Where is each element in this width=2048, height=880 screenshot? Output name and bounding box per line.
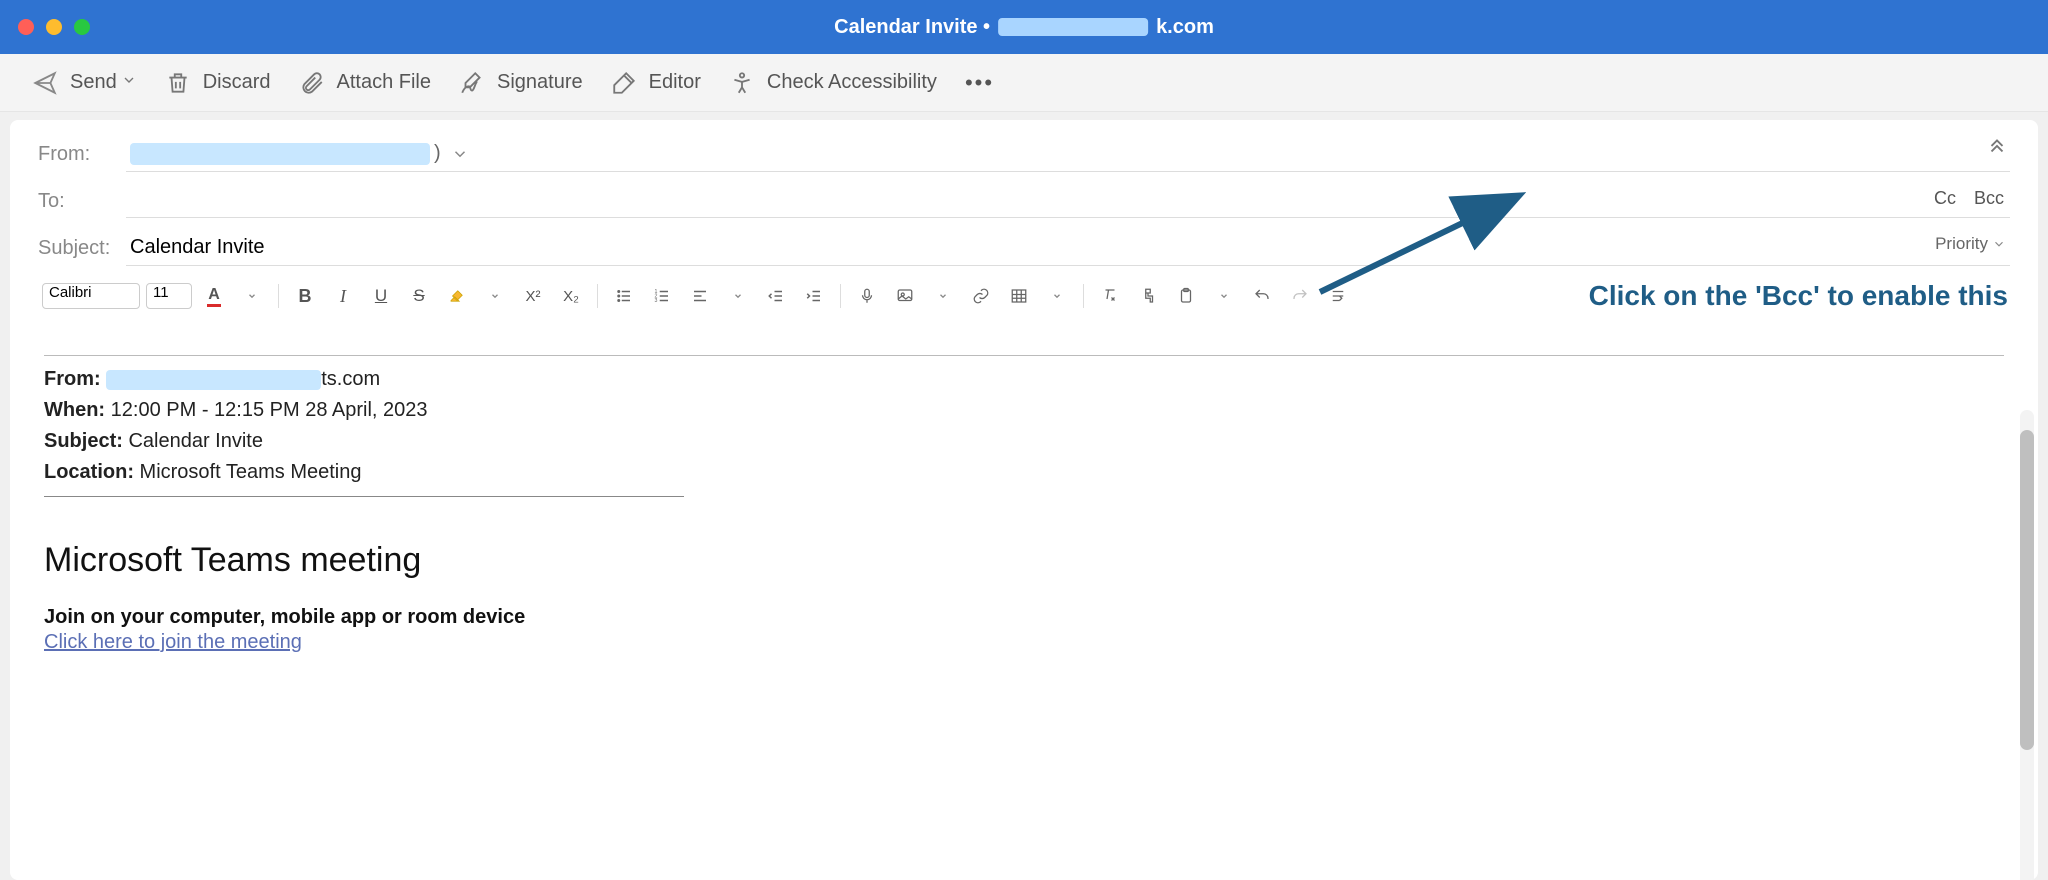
scrollbar[interactable] bbox=[2020, 410, 2034, 880]
send-dropdown-icon[interactable] bbox=[121, 72, 137, 93]
to-field[interactable]: Cc Bcc bbox=[126, 184, 2010, 218]
accessibility-label: Check Accessibility bbox=[767, 71, 937, 94]
insert-link-button[interactable] bbox=[965, 282, 997, 310]
undo-button[interactable] bbox=[1246, 282, 1278, 310]
format-painter-button[interactable] bbox=[1132, 282, 1164, 310]
teams-meeting-heading: Microsoft Teams meeting bbox=[44, 541, 2004, 580]
subject-field[interactable]: Calendar Invite Priority bbox=[126, 230, 2010, 266]
from-label: From: bbox=[38, 143, 126, 166]
subject-row: Subject: Calendar Invite Priority bbox=[10, 224, 2038, 272]
subject-value: Calendar Invite bbox=[130, 236, 265, 259]
decrease-indent-button[interactable] bbox=[760, 282, 792, 310]
send-label: Send bbox=[70, 71, 117, 94]
to-row: To: Cc Bcc bbox=[10, 178, 2038, 224]
subscript-button[interactable]: X₂ bbox=[555, 282, 587, 310]
message-body[interactable]: From: ts.com When: 12:00 PM - 12:15 PM 2… bbox=[10, 321, 2038, 841]
body-from-line: From: ts.com bbox=[44, 364, 2004, 395]
font-family-select[interactable]: Calibri bbox=[42, 283, 140, 309]
from-tail: ) bbox=[434, 142, 441, 165]
from-row: From: ) bbox=[10, 130, 2038, 178]
italic-button[interactable]: I bbox=[327, 282, 359, 310]
editor-button[interactable]: Editor bbox=[611, 70, 701, 96]
attach-label: Attach File bbox=[337, 71, 431, 94]
paste-button[interactable] bbox=[1170, 282, 1202, 310]
highlight-button[interactable] bbox=[441, 282, 473, 310]
main-toolbar: Send Discard Attach File Signature Edito… bbox=[0, 54, 2048, 112]
bullet-list-button[interactable] bbox=[608, 282, 640, 310]
from-redacted bbox=[130, 143, 430, 165]
body-from-redacted bbox=[106, 370, 321, 390]
insert-picture-button[interactable] bbox=[889, 282, 921, 310]
picture-dropdown-icon[interactable] bbox=[927, 282, 959, 310]
font-size-select[interactable]: 11 bbox=[146, 283, 192, 309]
scrollbar-thumb[interactable] bbox=[2020, 430, 2034, 750]
join-instructions: Join on your computer, mobile app or roo… bbox=[44, 606, 2004, 629]
paste-dropdown-icon[interactable] bbox=[1208, 282, 1240, 310]
dictate-icon[interactable] bbox=[851, 282, 883, 310]
minimize-window-icon[interactable] bbox=[46, 19, 62, 35]
body-when-line: When: 12:00 PM - 12:15 PM 28 April, 2023 bbox=[44, 395, 2004, 426]
compose-pane: From: ) To: Cc Bcc Subject: Calendar Inv… bbox=[10, 120, 2038, 880]
subject-label: Subject: bbox=[38, 237, 126, 260]
paragraph-marks-button[interactable] bbox=[1322, 282, 1354, 310]
bold-button[interactable]: B bbox=[289, 282, 321, 310]
increase-indent-button[interactable] bbox=[798, 282, 830, 310]
priority-button[interactable]: Priority bbox=[1935, 234, 2006, 254]
bcc-button[interactable]: Bcc bbox=[1974, 188, 2004, 209]
body-divider-mid bbox=[44, 496, 684, 497]
title-redacted bbox=[998, 18, 1148, 36]
strikethrough-button[interactable]: S bbox=[403, 282, 435, 310]
cc-button[interactable]: Cc bbox=[1934, 188, 1956, 209]
font-color-button[interactable]: A bbox=[198, 282, 230, 310]
highlight-dropdown-icon[interactable] bbox=[479, 282, 511, 310]
send-button[interactable]: Send bbox=[32, 70, 117, 96]
align-button[interactable] bbox=[684, 282, 716, 310]
font-color-dropdown-icon[interactable] bbox=[236, 282, 268, 310]
table-dropdown-icon[interactable] bbox=[1041, 282, 1073, 310]
priority-label: Priority bbox=[1935, 234, 1988, 254]
discard-label: Discard bbox=[203, 71, 271, 94]
collapse-header-icon[interactable] bbox=[1986, 134, 2008, 161]
close-window-icon[interactable] bbox=[18, 19, 34, 35]
body-location-line: Location: Microsoft Teams Meeting bbox=[44, 457, 2004, 488]
body-divider-top bbox=[44, 355, 2004, 356]
superscript-button[interactable]: X² bbox=[517, 282, 549, 310]
titlebar: Calendar Invite • k.com bbox=[0, 0, 2048, 54]
signature-button[interactable]: Signature bbox=[459, 70, 583, 96]
more-actions-icon[interactable]: ••• bbox=[965, 70, 994, 96]
discard-button[interactable]: Discard bbox=[165, 70, 271, 96]
numbered-list-button[interactable]: 123 bbox=[646, 282, 678, 310]
title-prefix: Calendar Invite • bbox=[834, 16, 990, 39]
format-toolbar: Calibri 11 A B I U S X² X₂ 123 bbox=[10, 272, 2038, 321]
underline-button[interactable]: U bbox=[365, 282, 397, 310]
signature-label: Signature bbox=[497, 71, 583, 94]
svg-text:3: 3 bbox=[655, 298, 658, 304]
body-subject-line: Subject: Calendar Invite bbox=[44, 426, 2004, 457]
check-accessibility-button[interactable]: Check Accessibility bbox=[729, 70, 937, 96]
editor-label: Editor bbox=[649, 71, 701, 94]
from-field[interactable]: ) bbox=[126, 136, 2010, 172]
join-meeting-link[interactable]: Click here to join the meeting bbox=[44, 631, 2004, 654]
window-title: Calendar Invite • k.com bbox=[834, 16, 1214, 39]
fullscreen-window-icon[interactable] bbox=[74, 19, 90, 35]
clear-formatting-button[interactable] bbox=[1094, 282, 1126, 310]
attach-file-button[interactable]: Attach File bbox=[299, 70, 431, 96]
redo-button[interactable] bbox=[1284, 282, 1316, 310]
to-label: To: bbox=[38, 190, 126, 213]
align-dropdown-icon[interactable] bbox=[722, 282, 754, 310]
title-suffix: k.com bbox=[1156, 16, 1214, 39]
from-dropdown-icon[interactable] bbox=[451, 145, 469, 163]
insert-table-button[interactable] bbox=[1003, 282, 1035, 310]
